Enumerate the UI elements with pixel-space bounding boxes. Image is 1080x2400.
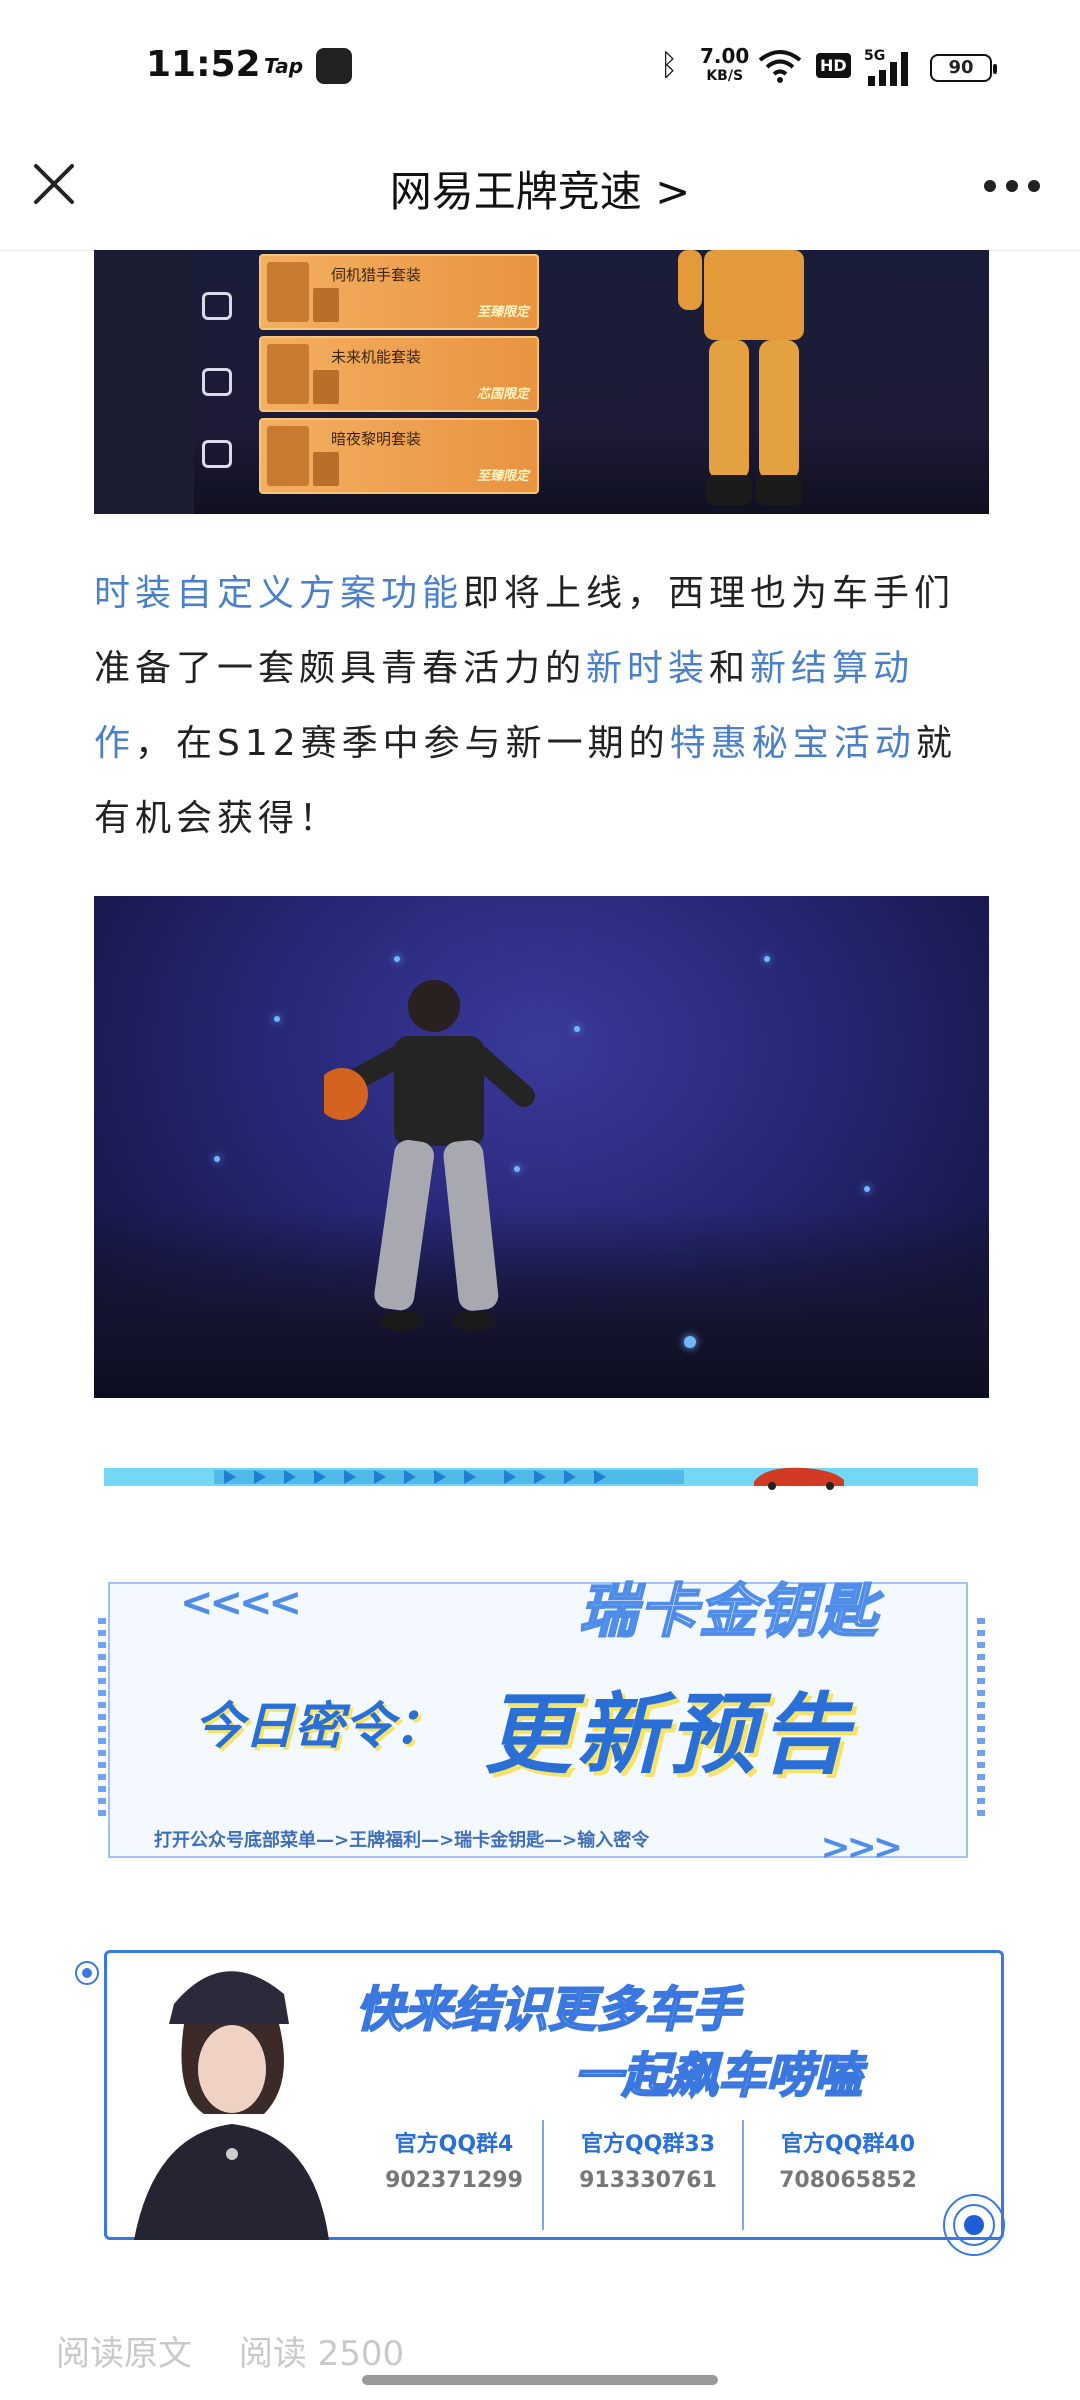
- cell-signal-icon: 5G: [864, 48, 908, 86]
- shoe-icon: [202, 368, 232, 396]
- account-title-link[interactable]: 网易王牌竞速 >: [0, 158, 1080, 219]
- tap-app-badge: Tap: [264, 54, 304, 78]
- chevrons-right-icon: >>>: [820, 1827, 903, 1868]
- outfit-list: 伺机猎手套装 至臻限定 未来机能套装 芯国限定 暗夜黎明套装 至臻限定: [259, 250, 539, 514]
- outfit-card: 未来机能套装 芯国限定: [259, 336, 539, 412]
- outfit-card-tag: 至臻限定: [476, 469, 529, 484]
- outfit-card-tag: 芯国限定: [476, 387, 529, 402]
- dancer-figure: [324, 980, 535, 1331]
- qq-group-item: 官方QQ群4 902371299: [354, 2126, 554, 2193]
- net-speed-value: 7.00: [700, 44, 750, 68]
- hd-badge: HD: [816, 53, 851, 78]
- qq-group-number: 902371299: [385, 2168, 523, 2193]
- shorts-icon: [202, 292, 232, 320]
- network-type-label: 5G: [864, 48, 885, 64]
- qq-group-banner: 快来结识更多车手 一起飙车唠嗑 官方QQ群4 902371299 官方QQ群33…: [74, 1930, 1009, 2260]
- car-divider-graphic: [104, 1467, 978, 1490]
- home-indicator[interactable]: [362, 2375, 718, 2385]
- battery-indicator: 90: [930, 54, 997, 82]
- secret-code-label: 今日密令：: [194, 1697, 444, 1755]
- qq-group-name: 官方QQ群40: [780, 2132, 916, 2157]
- status-bar: 11:52 Tap ᛒ 7.00 KB/S HD 5G 90: [0, 0, 1080, 136]
- secret-code-instructions: 打开公众号底部菜单—>王牌福利—>瑞卡金钥匙—>输入密令: [154, 1830, 650, 1851]
- qq-group-name: 官方QQ群4: [394, 2132, 514, 2157]
- character-portrait: [134, 1971, 329, 2240]
- bluetooth-icon: ᛒ: [660, 48, 678, 83]
- title-bar: 网易王牌竞速 >: [0, 136, 1080, 251]
- banner-title: 瑞卡金钥匙: [578, 1576, 879, 1646]
- more-options-icon[interactable]: [984, 180, 1040, 194]
- outfit-card-label: 未来机能套装: [331, 348, 422, 366]
- target-dot-icon: [75, 1961, 99, 1985]
- highlight-text: 时装自定义方案功能: [94, 573, 464, 614]
- highlight-text: 新时装: [586, 648, 710, 689]
- article-footer: 阅读原文 阅读 2500: [56, 2326, 440, 2375]
- wifi-icon: [758, 50, 802, 83]
- highlight-text: 特惠秘宝活动: [669, 723, 916, 764]
- outfit-card: 暗夜黎明套装 至臻限定: [259, 418, 539, 494]
- outfit-card-label: 暗夜黎明套装: [331, 430, 422, 448]
- status-time: 11:52: [146, 44, 261, 85]
- qq-banner-title-line1: 快来结识更多车手: [355, 1981, 741, 2039]
- character-figure: [678, 250, 804, 505]
- app-notification-icon: [316, 48, 352, 84]
- qq-group-item: 官方QQ群40 708065852: [748, 2126, 948, 2193]
- qq-group-name: 官方QQ群33: [580, 2132, 716, 2157]
- read-count: 阅读 2500: [238, 2334, 405, 2374]
- qq-group-number: 913330761: [579, 2168, 717, 2193]
- net-speed: 7.00 KB/S: [700, 46, 749, 86]
- target-icon: [943, 2194, 1005, 2256]
- dance-animation-image: [94, 896, 989, 1398]
- game-sidebar: [94, 250, 194, 514]
- article-paragraph: 时装自定义方案功能即将上线，西理也为车手们准备了一套颇具青春活力的新时装和新结算…: [94, 573, 957, 839]
- qq-group-item: 官方QQ群33 913330761: [548, 2126, 748, 2193]
- outfit-card-tag: 至臻限定: [476, 305, 529, 320]
- outfit-card-label: 伺机猎手套装: [331, 266, 422, 284]
- mask-icon: [202, 440, 232, 468]
- read-original-link[interactable]: 阅读原文: [56, 2334, 192, 2374]
- net-speed-unit: KB/S: [706, 68, 744, 84]
- qq-banner-title-line2: 一起飙车唠嗑: [573, 2047, 863, 2105]
- secret-code-value: 更新预告: [484, 1683, 853, 1786]
- chevrons-left-icon: <<<<: [180, 1580, 302, 1626]
- outfit-card: 伺机猎手套装 至臻限定: [259, 254, 539, 330]
- outfit-selection-image: 伺机猎手套装 至臻限定 未来机能套装 芯国限定 暗夜黎明套装 至臻限定: [94, 250, 989, 514]
- qq-group-number: 708065852: [779, 2168, 917, 2193]
- secret-code-banner: <<<< 瑞卡金钥匙 今日密令： 更新预告 打开公众号底部菜单—>王牌福利—>瑞…: [94, 1558, 989, 1874]
